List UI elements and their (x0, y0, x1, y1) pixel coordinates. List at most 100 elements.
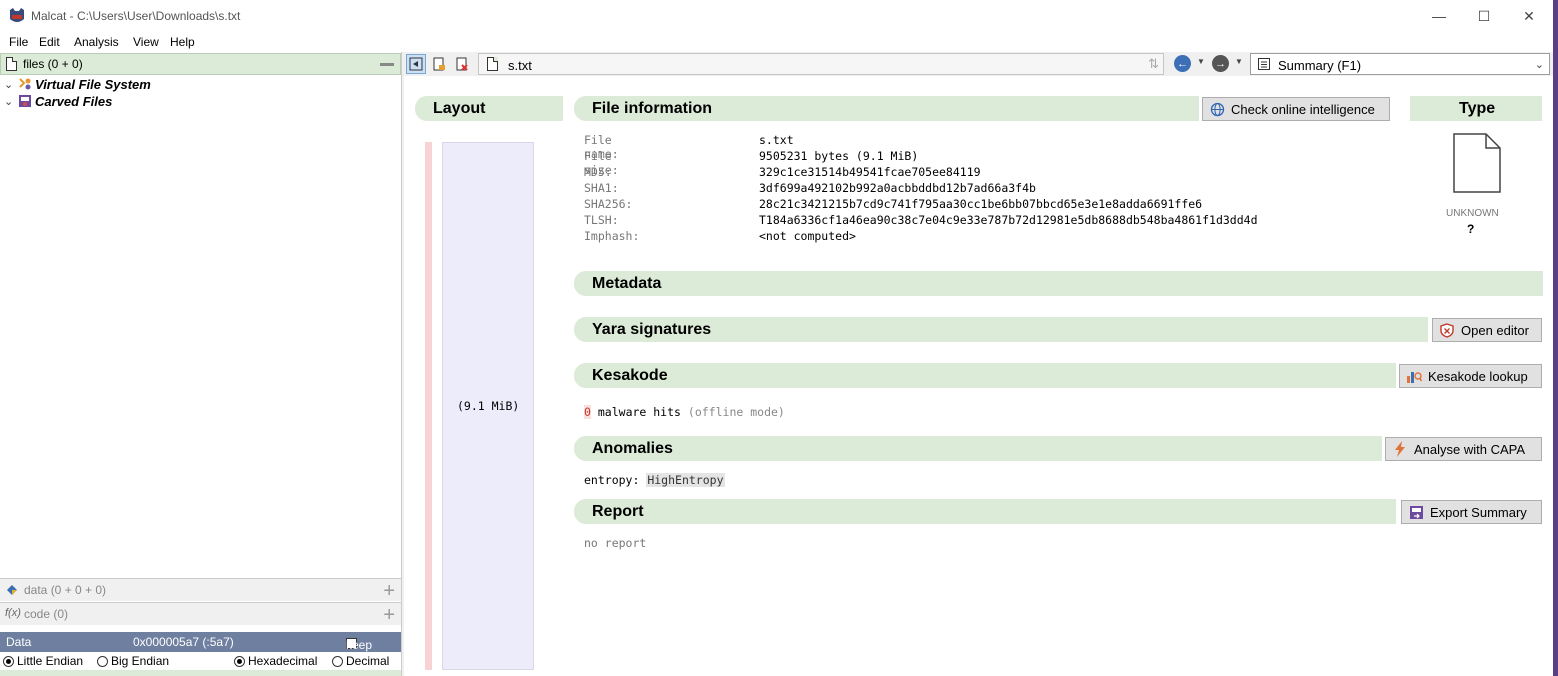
malware-hit-count: 0 (584, 405, 591, 419)
close-file-button[interactable] (452, 54, 472, 74)
kesakode-lookup-label: Kesakode lookup (1428, 368, 1528, 384)
menu-edit[interactable]: Edit (39, 35, 60, 49)
file-info-key: SHA1: (584, 181, 619, 195)
collapse-icon[interactable] (380, 63, 394, 66)
tree-item-label: Virtual File System (35, 76, 151, 92)
minimize-button[interactable]: — (1416, 4, 1462, 28)
lightning-icon (1392, 441, 1408, 457)
back-dropdown-icon[interactable]: ▼ (1197, 57, 1205, 66)
forward-dropdown-icon[interactable]: ▼ (1235, 57, 1243, 66)
kesakode-lookup-button[interactable]: Kesakode lookup (1399, 364, 1542, 388)
code-section-label: code (0) (24, 607, 69, 621)
view-selector[interactable]: Summary (F1) ⌄ (1250, 53, 1550, 75)
file-path: s.txt (508, 58, 532, 73)
tree-item-vfs[interactable]: ⌄ Virtual File System (4, 76, 151, 92)
data-icon (7, 585, 17, 595)
title-bar: Malcat - C:\Users\User\Downloads\s.txt —… (0, 0, 1553, 32)
file-path-box[interactable]: s.txt ⇅ (478, 53, 1164, 75)
hexadecimal-label: Hexadecimal (248, 654, 318, 668)
type-name: UNKNOWN (1446, 208, 1499, 219)
plus-icon[interactable]: + (383, 580, 395, 603)
anomaly-tag[interactable]: HighEntropy (646, 473, 725, 487)
file-info-value: 3df699a492102b992a0acbbddbd12b7ad66a3f4b (759, 181, 1036, 195)
files-header-label: files (0 + 0) (23, 57, 83, 71)
file-icon (487, 57, 498, 71)
menu-file[interactable]: File (9, 35, 28, 49)
globe-icon (1209, 101, 1225, 117)
plus-icon[interactable]: + (383, 604, 395, 627)
file-info-value: 329c1ce31514b49541fcae705ee84119 (759, 165, 981, 179)
radio-on-icon[interactable] (234, 655, 245, 667)
capa-label: Analyse with CAPA (1414, 441, 1526, 457)
file-info-key: Imphash: (584, 229, 640, 243)
hexadecimal-radio[interactable]: Hexadecimal (234, 654, 317, 668)
malware-hits-text: malware hits (597, 405, 681, 419)
window-title: Malcat - C:\Users\User\Downloads\s.txt (31, 9, 241, 23)
layout-header: Layout (415, 96, 563, 121)
data-inspector-bar: Data 0x000005a7 (:5a7) keep (0, 632, 401, 652)
chevron-down-icon[interactable]: ⌄ (4, 78, 16, 91)
kesakode-mode: (offline mode) (687, 405, 785, 419)
type-header: Type (1410, 96, 1542, 121)
report-header: Report (574, 499, 1396, 524)
file-info-key: SHA256: (584, 197, 633, 211)
little-endian-radio[interactable]: Little Endian (3, 654, 83, 668)
chevron-down-icon[interactable]: ⌄ (1535, 58, 1544, 71)
export-summary-button[interactable]: Export Summary (1401, 500, 1542, 524)
decimal-radio[interactable]: Decimal (332, 654, 389, 668)
maximize-button[interactable]: ☐ (1461, 4, 1507, 28)
decimal-label: Decimal (346, 654, 390, 668)
type-value: ? (1467, 222, 1475, 236)
file-info-title: File information (592, 100, 712, 117)
export-icon (1408, 504, 1424, 520)
code-section[interactable]: f(x) code (0) + (0, 602, 401, 627)
shield-icon (1439, 322, 1455, 338)
anomalies-header: Anomalies (574, 436, 1382, 461)
check-online-label: Check online intelligence (1231, 101, 1375, 117)
big-endian-radio[interactable]: Big Endian (97, 654, 169, 668)
file-info-header: File information (574, 96, 1199, 121)
menu-bar: File Edit Analysis View Help (0, 32, 1553, 52)
tree-item-carved[interactable]: ⌄ Carved Files (4, 93, 112, 109)
open-file-icon (433, 57, 445, 71)
chevron-down-icon[interactable]: ⌄ (4, 95, 16, 108)
kesakode-header: Kesakode (574, 363, 1396, 388)
data-section[interactable]: data (0 + 0 + 0) + (0, 578, 401, 603)
radio-off-icon[interactable] (332, 655, 343, 667)
big-endian-label: Big Endian (111, 654, 170, 668)
open-editor-label: Open editor (1461, 322, 1529, 338)
vfs-icon (19, 78, 31, 90)
metadata-title: Metadata (592, 275, 662, 292)
file-info-value: s.txt (759, 133, 794, 147)
menu-view[interactable]: View (133, 35, 159, 49)
chart-search-icon (1406, 368, 1422, 384)
offset-value: 0x000005a7 (:5a7) (133, 635, 234, 649)
file-info-value: 28c21c3421215b7cd9c741f795aa30cc1be6bb07… (759, 197, 1203, 211)
type-title: Type (1459, 100, 1496, 117)
sort-icon[interactable]: ⇅ (1148, 56, 1159, 72)
files-header[interactable]: files (0 + 0) (0, 53, 401, 75)
close-file-icon (456, 57, 468, 71)
open-editor-button[interactable]: Open editor (1432, 318, 1542, 342)
open-file-button[interactable] (429, 54, 449, 74)
sync-view-button[interactable] (406, 54, 426, 74)
kesakode-result: 0 malware hits (offline mode) (584, 405, 785, 419)
menu-analysis[interactable]: Analysis (74, 35, 119, 49)
file-info-key: TLSH: (584, 213, 619, 227)
close-button[interactable]: ✕ (1506, 4, 1552, 28)
file-info-value: T184a6336cf1a46ea90c38c7e04c9e33e787b72d… (759, 213, 1258, 227)
menu-help[interactable]: Help (170, 35, 195, 49)
layout-size: (9.1 MiB) (457, 399, 520, 413)
check-online-button[interactable]: Check online intelligence (1202, 97, 1390, 121)
anomaly-key: entropy: (584, 473, 640, 487)
back-icon[interactable]: ← (1174, 55, 1191, 72)
yara-header: Yara signatures (574, 317, 1428, 342)
radio-off-icon[interactable] (97, 655, 108, 667)
capa-button[interactable]: Analyse with CAPA (1385, 437, 1542, 461)
radio-on-icon[interactable] (3, 655, 14, 667)
export-summary-label: Export Summary (1430, 504, 1527, 520)
little-endian-label: Little Endian (17, 654, 84, 668)
malcat-logo-icon (10, 8, 24, 22)
anomaly-row: entropy: HighEntropy (584, 473, 725, 487)
forward-icon[interactable]: → (1212, 55, 1229, 72)
